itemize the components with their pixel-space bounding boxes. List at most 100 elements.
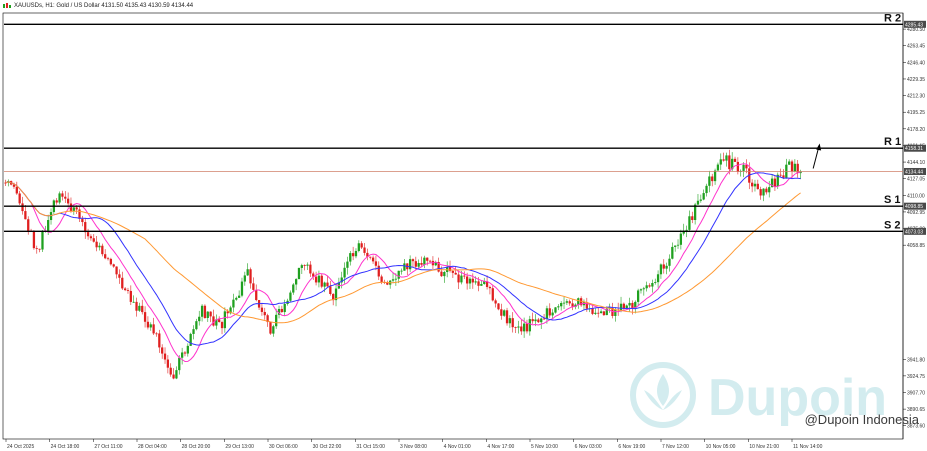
candle-body <box>149 324 152 328</box>
candle-body <box>642 288 645 290</box>
candle-body <box>665 265 668 269</box>
candle-body <box>454 272 457 275</box>
candle-body <box>463 275 466 277</box>
y-tick-label: 4178.20 <box>907 127 925 133</box>
candle-body <box>477 281 480 286</box>
candle-body <box>651 282 654 287</box>
candle-body <box>123 288 127 291</box>
candle-body <box>440 271 443 277</box>
candle-body <box>86 232 90 237</box>
candle-body <box>61 193 64 197</box>
candle-body <box>203 305 207 319</box>
candle-body <box>500 309 503 316</box>
candle-body <box>793 163 797 172</box>
level-tag-label: 4158.31 <box>905 146 923 152</box>
candle-body <box>534 319 537 322</box>
candle-body <box>297 267 301 280</box>
x-tick-label: 28 Oct 04:00 <box>138 444 167 450</box>
candle-body <box>443 271 446 277</box>
candle-body <box>577 298 580 305</box>
watermark-social: @Dupoin Indonesia <box>804 412 919 427</box>
candle-body <box>141 305 144 313</box>
candle-body <box>158 333 161 348</box>
candle-body <box>101 245 104 255</box>
candle-body <box>671 246 674 259</box>
candle-body <box>189 333 192 346</box>
candle-body <box>255 289 258 301</box>
candle-body <box>280 308 284 313</box>
candle-body <box>551 312 554 316</box>
candle-body <box>636 290 640 302</box>
candle-body <box>711 176 714 182</box>
candle-body <box>400 270 403 272</box>
candle-body <box>733 158 737 162</box>
x-tick-label: 6 Nov 19:00 <box>618 444 645 450</box>
candle-body <box>198 316 201 322</box>
x-tick-label: 3 Nov 08:00 <box>400 444 427 450</box>
candle-body <box>508 318 512 324</box>
y-tick-label: 4246.40 <box>907 60 925 66</box>
candle-body <box>146 321 150 328</box>
candle-body <box>112 264 115 267</box>
candle-body <box>132 301 135 303</box>
candle-body <box>654 282 657 283</box>
candle-body <box>218 319 221 323</box>
candle-body <box>47 220 50 231</box>
candle-body <box>696 200 700 205</box>
candle-body <box>246 269 249 276</box>
x-tick-label: 4 Nov 17:00 <box>487 444 514 450</box>
candle-body <box>759 189 762 196</box>
candle-body <box>186 345 189 354</box>
candle-body <box>699 199 702 201</box>
candle-body <box>716 164 720 171</box>
candle-body <box>21 203 24 212</box>
candle-body <box>166 359 170 368</box>
candle-body <box>269 322 272 334</box>
x-tick-label: 5 Nov 10:00 <box>531 444 558 450</box>
level-tag-label: 4098.85 <box>905 204 923 210</box>
candle-body <box>240 281 244 296</box>
candle-body <box>565 301 569 303</box>
candle-body <box>152 324 155 334</box>
y-tick-label: 4195.25 <box>907 110 925 116</box>
candle-body <box>414 261 417 267</box>
candle-body <box>98 245 101 248</box>
candle-body <box>397 270 400 279</box>
ma-slow-line <box>5 181 801 324</box>
candle-body <box>725 155 728 161</box>
candle-body <box>294 279 298 285</box>
candle-body <box>175 370 178 379</box>
candle-body <box>750 182 754 187</box>
candle-body <box>420 263 423 265</box>
level-tag-label: 4073.03 <box>905 229 923 235</box>
candle-body <box>155 333 158 335</box>
candles <box>4 149 802 380</box>
level-tag-label: 4285.43 <box>905 22 923 28</box>
candle-body <box>200 305 204 317</box>
candle-body <box>494 300 497 304</box>
candle-body <box>64 196 67 199</box>
chart-window: XAUUSDs, H1: Gold / US Dollar 4131.50 41… <box>0 0 927 451</box>
candle-body <box>135 301 138 311</box>
candle-body <box>371 257 375 262</box>
candle-body <box>35 248 38 249</box>
candle-body <box>351 253 355 257</box>
candle-body <box>471 278 474 283</box>
candle-body <box>619 303 623 311</box>
candle-body <box>360 243 363 248</box>
candle-body <box>554 307 557 313</box>
candle-body <box>272 326 275 334</box>
candle-body <box>531 319 534 322</box>
candle-body <box>548 308 551 316</box>
y-tick-label: 4127.05 <box>907 177 925 183</box>
candle-body <box>104 254 107 259</box>
candle-body <box>503 310 506 316</box>
candle-body <box>522 323 526 332</box>
candle-body <box>129 290 132 302</box>
candle-body <box>614 309 617 316</box>
candle-body <box>106 258 110 260</box>
candle-body <box>790 161 794 172</box>
candle-body <box>645 285 648 289</box>
candle-body <box>323 282 326 287</box>
candle-body <box>537 319 540 323</box>
